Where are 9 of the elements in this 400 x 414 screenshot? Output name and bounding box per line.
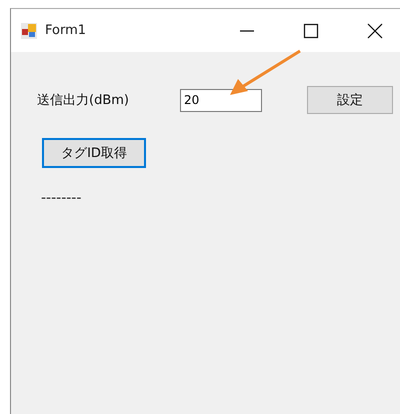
close-icon[interactable] bbox=[367, 22, 383, 38]
power-field[interactable]: 20 bbox=[180, 88, 262, 112]
app-icon bbox=[21, 22, 37, 38]
maximize-icon[interactable] bbox=[303, 22, 319, 38]
power-label: 送信出力(dBm) bbox=[37, 92, 130, 109]
tag-id-button[interactable]: タグID取得 bbox=[42, 138, 146, 168]
window-title: Form1 bbox=[45, 23, 86, 38]
result-text: -------- bbox=[41, 190, 82, 206]
set-button[interactable]: 設定 bbox=[307, 86, 393, 114]
